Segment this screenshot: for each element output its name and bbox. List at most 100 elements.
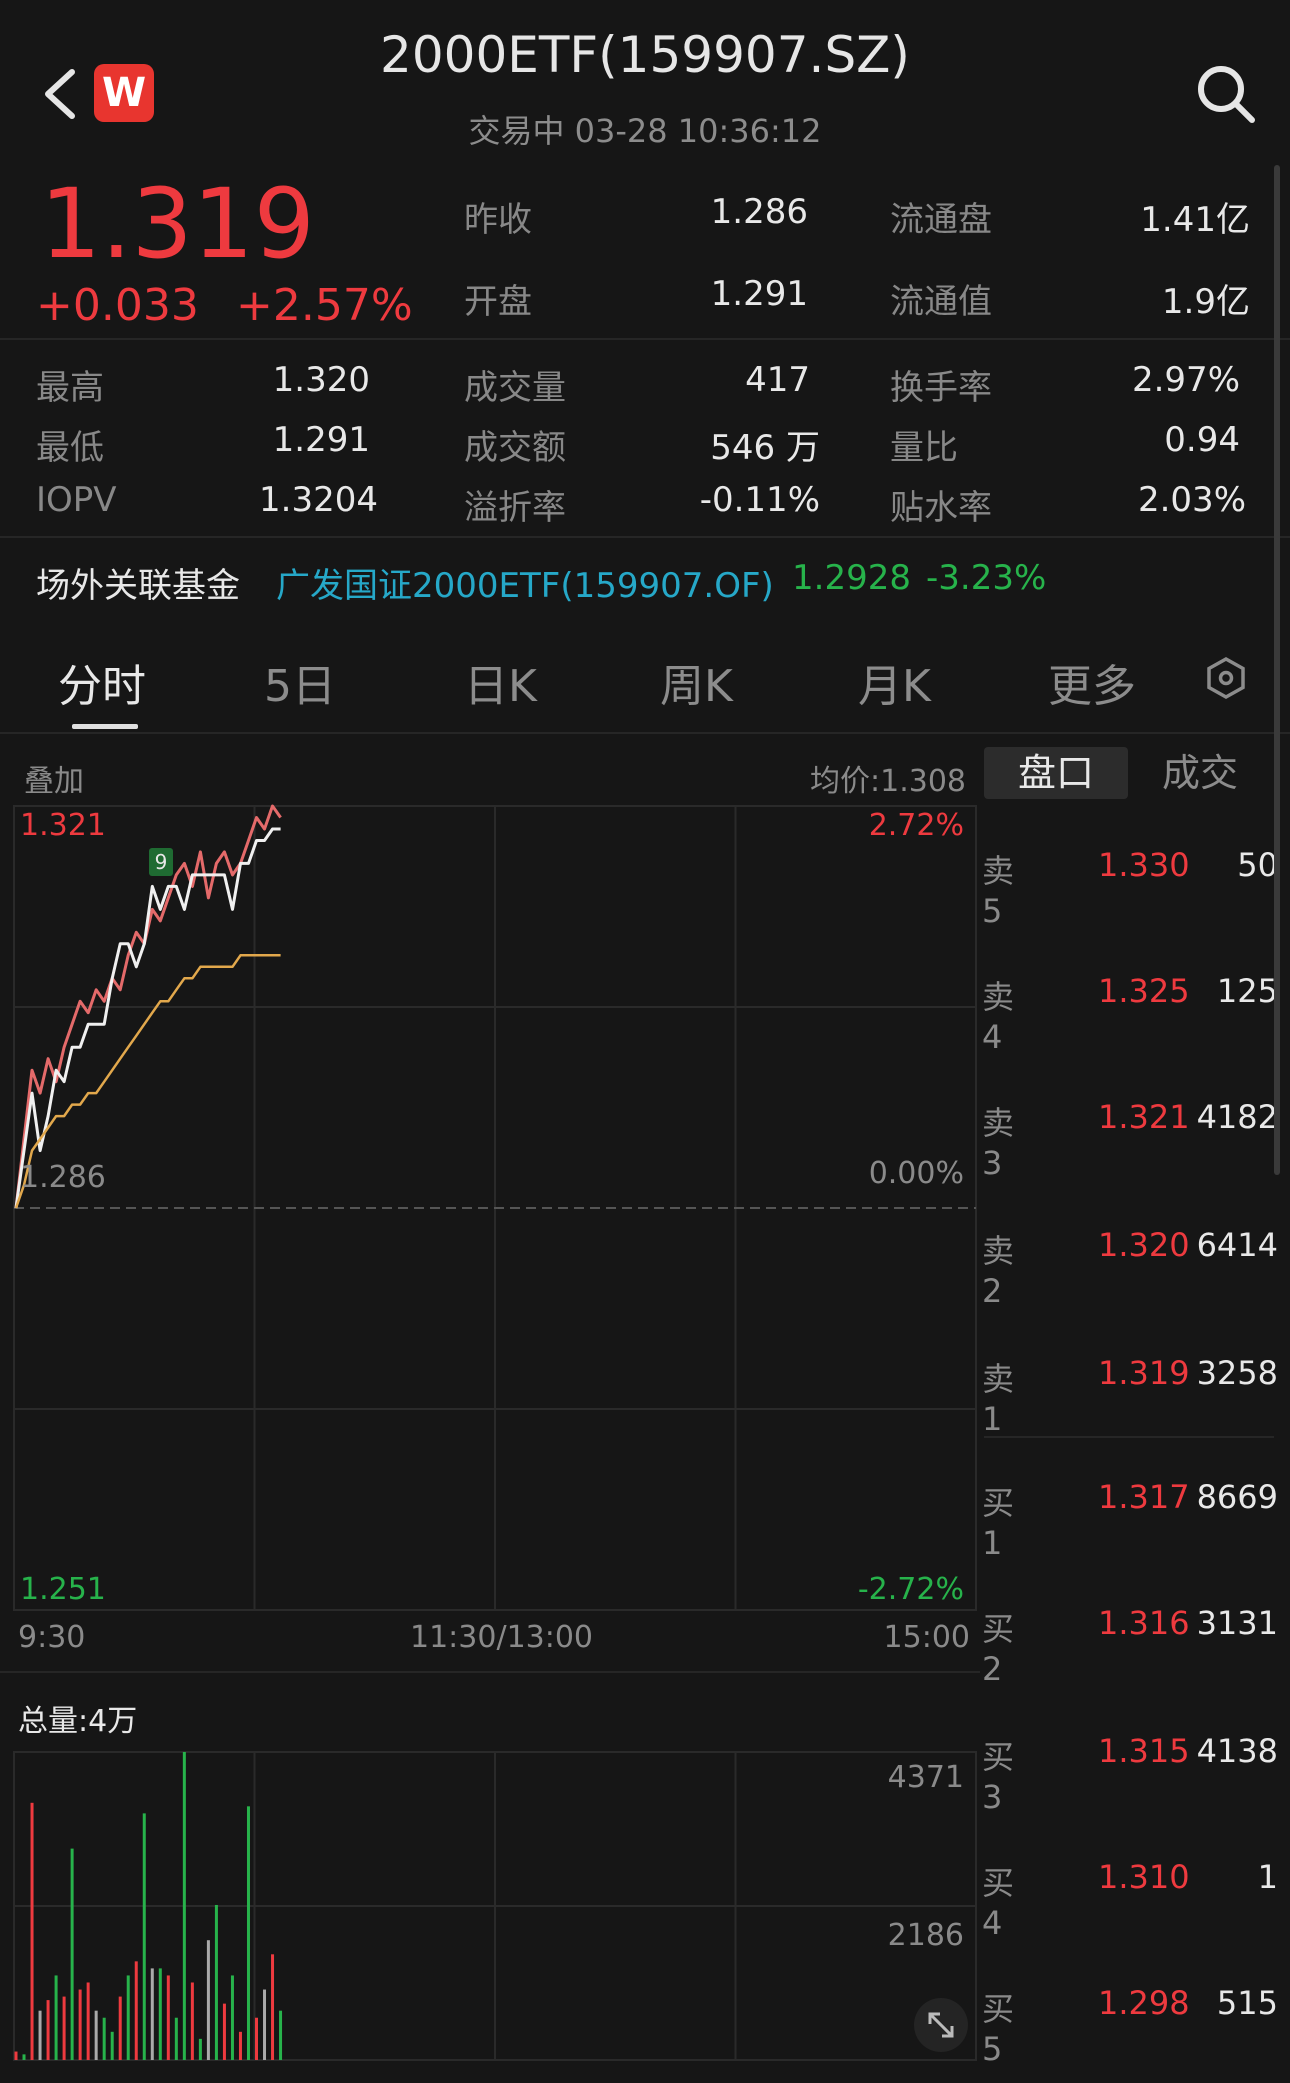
quote-value: 1.291 [710, 274, 808, 314]
volume-bar [70, 1848, 74, 2060]
volume-bar [198, 2038, 202, 2060]
quote-label: 成交额 [464, 428, 566, 468]
volume-bar [166, 1975, 170, 2060]
price-change-pct: +2.57% [236, 280, 413, 331]
order-book-volume: 515 [1216, 1984, 1278, 2022]
volume-bar [54, 1975, 58, 2060]
related-fund-link[interactable]: 广发国证2000ETF(159907.OF) [276, 558, 774, 607]
volume-bar [230, 1975, 234, 2060]
volume-bar [271, 1954, 275, 2060]
quote-value: 1.3204 [259, 480, 378, 520]
volume-bar [222, 2003, 226, 2060]
intraday-chart[interactable] [0, 730, 980, 2083]
volume-bar [150, 1968, 154, 2060]
volume-bar [102, 2017, 106, 2060]
order-book-volume: 4138 [1196, 1732, 1278, 1770]
order-book-volume: 6414 [1196, 1226, 1278, 1264]
x-axis-end-label: 15:00 [883, 1620, 970, 1655]
volume-mid-label: 2186 [887, 1918, 964, 1953]
tab-trades[interactable]: 成交 [1128, 747, 1272, 799]
tab-daily-k[interactable]: 日K [464, 650, 537, 714]
quote-value: 1.9亿 [1161, 282, 1250, 322]
scrollbar[interactable] [1274, 165, 1280, 1175]
quote-value: 0.94 [1164, 420, 1240, 460]
quote-value: 1.41亿 [1140, 200, 1250, 240]
event-marker[interactable]: 9 [149, 848, 173, 876]
quote-label: 流通盘 [890, 200, 992, 240]
quote-label: 量比 [890, 428, 958, 468]
pct-axis-mid-label: 0.00% [868, 1156, 964, 1191]
related-fund-nav: 1.2928 [792, 558, 911, 598]
order-book-level-label: 卖1 [982, 1360, 1015, 1438]
price-change: +0.033 [36, 280, 199, 331]
quote-label: 开盘 [464, 282, 532, 322]
order-book-volume: 125 [1216, 972, 1278, 1010]
order-book-level-label: 买4 [982, 1864, 1015, 1942]
volume-bar [263, 1989, 267, 2060]
tab-monthly-k[interactable]: 月K [858, 650, 931, 714]
quote-label: 流通值 [890, 282, 992, 322]
order-book-level-label: 卖5 [982, 852, 1015, 930]
quote-label: 贴水率 [890, 488, 992, 528]
order-book-volume: 50 [1237, 846, 1278, 884]
x-axis-mid-label: 11:30/13:00 [410, 1620, 594, 1655]
quote-value: 417 [745, 360, 810, 400]
pct-axis-top-label: 2.72% [868, 808, 964, 843]
tab-more[interactable]: 更多 [1048, 650, 1136, 714]
volume-bar [206, 1940, 210, 2060]
expand-chart-button[interactable] [914, 1998, 968, 2052]
order-book-volume: 8669 [1196, 1478, 1278, 1516]
order-book-volume: 4182 [1196, 1098, 1278, 1136]
volume-bar [238, 2031, 242, 2060]
quote-label: 最高 [36, 368, 104, 408]
volume-bar [158, 1968, 162, 2060]
quote-label: 换手率 [890, 368, 992, 408]
current-price: 1.319 [40, 168, 315, 280]
quote-label: 溢折率 [464, 488, 566, 528]
volume-bar [78, 1989, 82, 2060]
volume-bar [46, 2000, 50, 2060]
volume-bar [255, 2017, 258, 2060]
volume-bar [126, 1975, 130, 2060]
settings-hexagon-icon[interactable] [1204, 656, 1248, 700]
volume-bar [22, 2054, 26, 2060]
y-axis-bottom-label: 1.251 [20, 1572, 106, 1607]
quote-label: IOPV [36, 480, 117, 520]
x-axis-start-label: 9:30 [18, 1620, 86, 1655]
volume-bar [110, 2031, 114, 2060]
volume-bar [86, 1982, 90, 2060]
quote-value: 2.03% [1137, 480, 1246, 520]
quote-value: -0.11% [699, 480, 820, 520]
volume-max-label: 4371 [887, 1760, 964, 1795]
volume-bar [174, 2017, 178, 2060]
tab-weekly-k[interactable]: 周K [660, 650, 733, 714]
volume-bar [279, 2010, 283, 2060]
page-title: 2000ETF(159907.SZ) [380, 26, 910, 84]
volume-bar [62, 1996, 66, 2060]
trading-status: 交易中 03-28 10:36:12 [468, 112, 822, 150]
volume-bar [30, 1802, 34, 2060]
volume-bar [182, 1752, 186, 2060]
expand-icon [928, 2012, 954, 2038]
order-book-level-label: 买1 [982, 1484, 1015, 1562]
quote-value: 546 万 [710, 428, 820, 468]
volume-bar [94, 2010, 98, 2060]
order-book-level-label: 买2 [982, 1610, 1015, 1688]
volume-bar [190, 1982, 194, 2060]
volume-bar [214, 1904, 218, 2060]
quote-value: 2.97% [1131, 360, 1240, 400]
volume-bar [38, 2010, 42, 2060]
active-tab-indicator [72, 724, 138, 729]
search-icon[interactable] [1194, 62, 1258, 126]
pct-axis-bottom-label: -2.72% [857, 1572, 964, 1607]
quote-value: 1.320 [272, 360, 370, 400]
order-book-level-label: 买5 [982, 1990, 1015, 2068]
tab-order-book[interactable]: 盘口 [984, 747, 1128, 799]
quote-value: 1.286 [710, 192, 808, 232]
volume-bar [134, 1961, 138, 2060]
order-book-level-label: 买3 [982, 1738, 1015, 1816]
tab-intraday[interactable]: 分时 [58, 650, 146, 714]
tab-5day[interactable]: 5日 [264, 650, 336, 714]
quote-label: 最低 [36, 428, 104, 468]
volume-bar [246, 1806, 250, 2060]
